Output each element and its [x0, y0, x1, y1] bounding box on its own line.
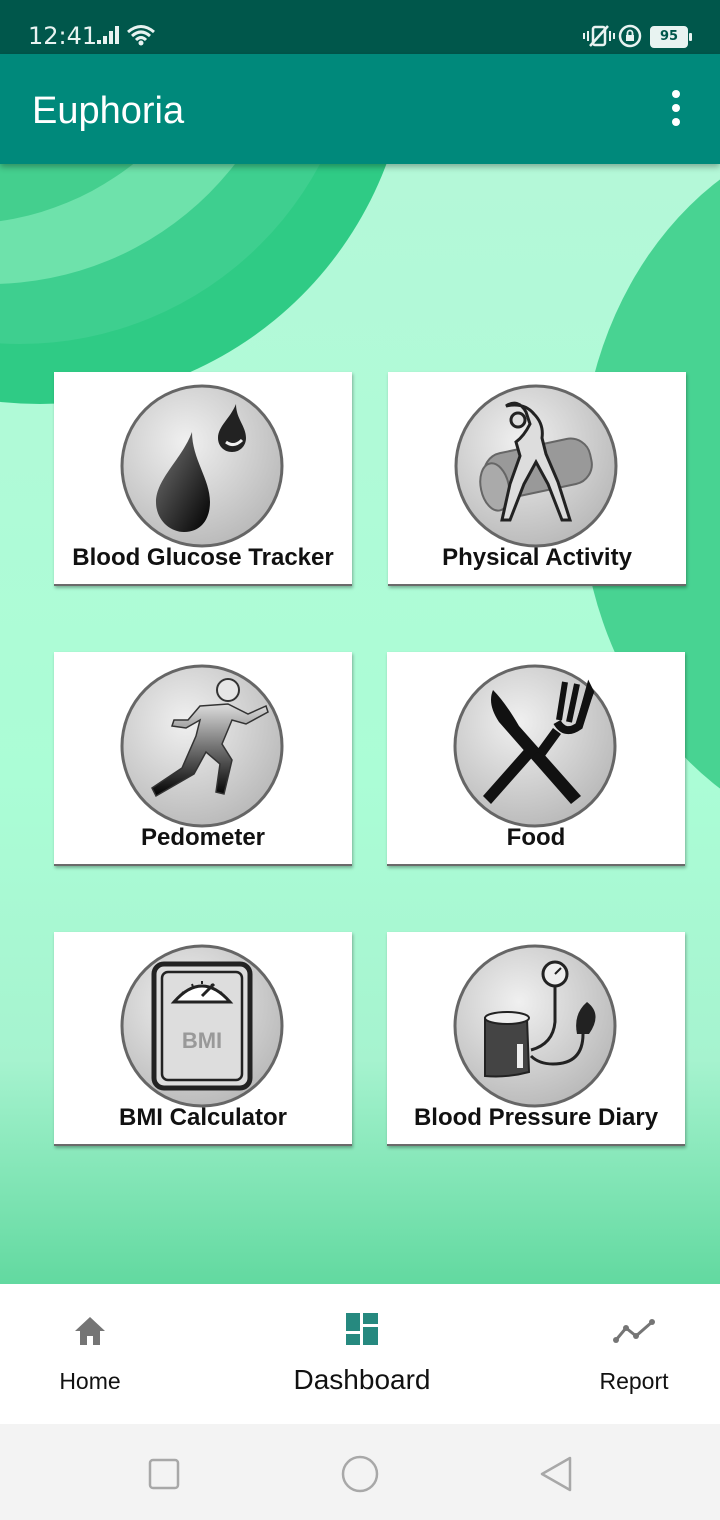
pedometer-card[interactable]: Pedometer — [54, 652, 352, 866]
bmi-text: BMI — [182, 1028, 222, 1053]
cellular-signal-icon — [97, 26, 119, 44]
back-system-button[interactable] — [534, 1452, 578, 1496]
status-time: 12:41 — [28, 22, 98, 50]
blood-glucose-tracker-card[interactable]: Blood Glucose Tracker — [54, 372, 352, 586]
card-label: Physical Activity — [442, 544, 632, 571]
home-icon — [75, 1317, 105, 1345]
nav-label: Home — [59, 1368, 121, 1394]
nav-home[interactable]: Home — [0, 1284, 180, 1424]
bmi-calculator-card[interactable]: BMI BMI Calculator — [54, 932, 352, 1146]
status-bar: 12:41 95 — [0, 0, 720, 54]
app-title: Euphoria — [32, 90, 185, 132]
more-vert-icon — [672, 90, 680, 98]
runner-icon — [120, 664, 284, 828]
wifi-icon — [127, 25, 155, 46]
blood-drop-icon — [120, 384, 284, 548]
bmi-scale-icon: BMI — [120, 944, 284, 1108]
trend-line-icon — [613, 1319, 655, 1343]
nav-report[interactable]: Report — [544, 1284, 720, 1424]
physical-activity-card[interactable]: Physical Activity — [388, 372, 686, 586]
dashboard-content: Blood Glucose Tracker Physical Activity … — [0, 164, 720, 1284]
app-bar: Euphoria — [0, 54, 720, 164]
blood-pressure-monitor-icon — [453, 944, 617, 1108]
rotation-lock-icon — [618, 24, 642, 48]
bottom-navigation: Home Dashboard Report — [0, 1284, 720, 1424]
home-system-button[interactable] — [338, 1452, 382, 1496]
recent-apps-button[interactable] — [142, 1452, 186, 1496]
card-label: Blood Glucose Tracker — [72, 544, 334, 571]
dashboard-icon — [346, 1313, 378, 1345]
blood-pressure-diary-card[interactable]: Blood Pressure Diary — [387, 932, 685, 1146]
system-navigation-bar — [0, 1424, 720, 1520]
card-label: Food — [506, 824, 566, 851]
exercise-icon — [454, 384, 618, 548]
card-label: Pedometer — [140, 824, 266, 851]
knife-fork-icon — [453, 664, 617, 828]
card-label: Blood Pressure Diary — [413, 1104, 659, 1131]
food-card[interactable]: Food — [387, 652, 685, 866]
nav-label: Report — [599, 1368, 669, 1394]
card-label: BMI Calculator — [118, 1104, 288, 1131]
battery-icon: 95 — [650, 26, 692, 48]
nav-label: Dashboard — [293, 1364, 431, 1395]
nav-dashboard[interactable]: Dashboard — [272, 1284, 452, 1424]
vibrate-mute-icon — [583, 25, 615, 47]
overflow-menu-button[interactable] — [664, 90, 688, 130]
